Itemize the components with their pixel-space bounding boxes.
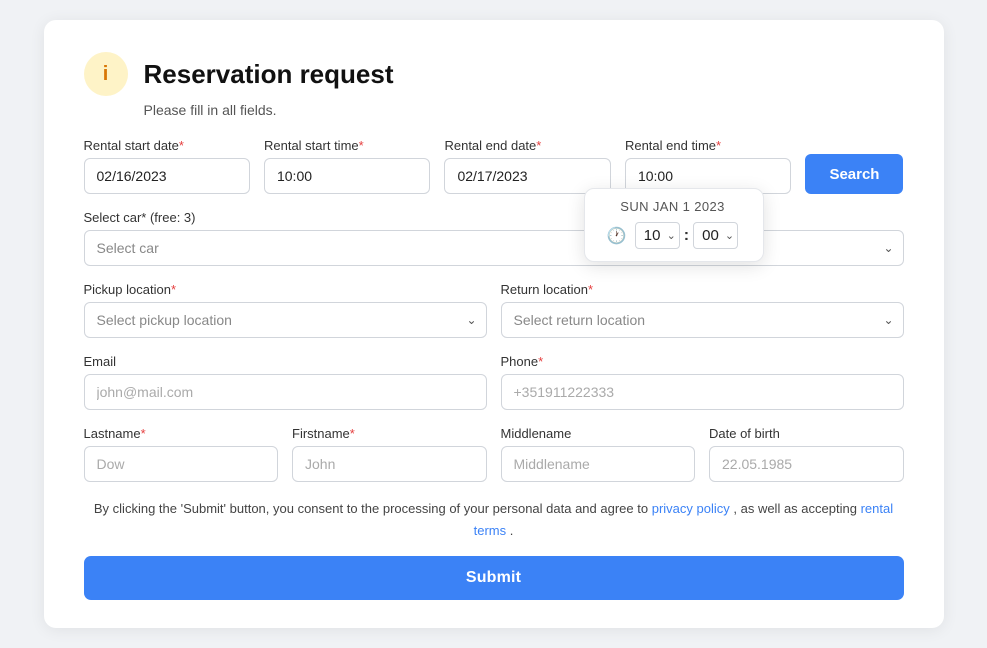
time-colon: : [682,227,691,245]
select-car-dropdown[interactable]: Select car [84,230,904,266]
middlename-group: Middlename [501,426,696,482]
select-car-group: Select car* (free: 3) Select car ⌄ [84,210,904,266]
lastname-group: Lastname* [84,426,279,482]
return-location-label: Return location* [501,282,904,297]
rental-end-date-input[interactable] [444,158,610,194]
dob-label: Date of birth [709,426,904,441]
rental-end-date-label: Rental end date* [444,138,610,153]
reservation-card: i Reservation request Please fill in all… [44,20,944,628]
consent-text-before: By clicking the 'Submit' button, you con… [94,501,648,516]
dob-group: Date of birth [709,426,904,482]
firstname-label: Firstname* [292,426,487,441]
pickup-location-label: Pickup location* [84,282,487,297]
rental-start-date-input[interactable] [84,158,250,194]
rental-start-date-group: Rental start date* [84,138,250,194]
middlename-label: Middlename [501,426,696,441]
select-car-wrapper: Select car ⌄ [84,230,904,266]
time-picker-popup: SUN JAN 1 2023 🕐 10 : 00 [584,188,764,262]
rental-end-date-group: Rental end date* [444,138,610,194]
consent-block: By clicking the 'Submit' button, you con… [84,498,904,542]
rental-end-time-group: Rental end time* [625,138,791,194]
card-header: i Reservation request [84,52,904,96]
email-input[interactable] [84,374,487,410]
pickup-location-group: Pickup location* Select pickup location … [84,282,487,338]
lastname-input[interactable] [84,446,279,482]
time-popup-header: SUN JAN 1 2023 [597,199,749,214]
rental-start-date-label: Rental start date* [84,138,250,153]
hour-select-wrapper: 10 [635,222,680,249]
firstname-group: Firstname* [292,426,487,482]
return-location-group: Return location* Select return location … [501,282,904,338]
lastname-label: Lastname* [84,426,279,441]
time-popup-controls: 🕐 10 : 00 [597,222,749,249]
phone-label: Phone* [501,354,904,369]
dob-input[interactable] [709,446,904,482]
minute-select-wrapper: 00 [693,222,738,249]
email-label: Email [84,354,487,369]
rental-start-time-label: Rental start time* [264,138,430,153]
clock-icon: 🕐 [607,226,627,246]
hour-select[interactable]: 10 [635,222,680,249]
location-row: Pickup location* Select pickup location … [84,282,904,338]
contact-row: Email Phone* [84,354,904,410]
info-icon: i [84,52,128,96]
submit-button[interactable]: Submit [84,556,904,600]
rental-start-time-group: Rental start time* [264,138,430,194]
consent-text-after: . [510,523,514,538]
middlename-input[interactable] [501,446,696,482]
search-button[interactable]: Search [805,154,903,194]
phone-group: Phone* [501,354,904,410]
dates-row: Rental start date* Rental start time* Re… [84,138,904,194]
privacy-policy-link[interactable]: privacy policy [652,501,730,516]
return-location-dropdown[interactable]: Select return location [501,302,904,338]
pickup-location-wrapper: Select pickup location ⌄ [84,302,487,338]
subtitle: Please fill in all fields. [144,102,904,118]
rental-start-time-input[interactable] [264,158,430,194]
firstname-input[interactable] [292,446,487,482]
car-row: Select car* (free: 3) Select car ⌄ [84,210,904,266]
select-car-label: Select car* (free: 3) [84,210,904,225]
phone-input[interactable] [501,374,904,410]
email-group: Email [84,354,487,410]
return-location-wrapper: Select return location ⌄ [501,302,904,338]
consent-text-between: , as well as accepting [733,501,857,516]
rental-end-time-label: Rental end time* [625,138,791,153]
page-title: Reservation request [144,59,394,90]
name-row: Lastname* Firstname* Middlename Date of … [84,426,904,482]
pickup-location-dropdown[interactable]: Select pickup location [84,302,487,338]
minute-select[interactable]: 00 [693,222,738,249]
